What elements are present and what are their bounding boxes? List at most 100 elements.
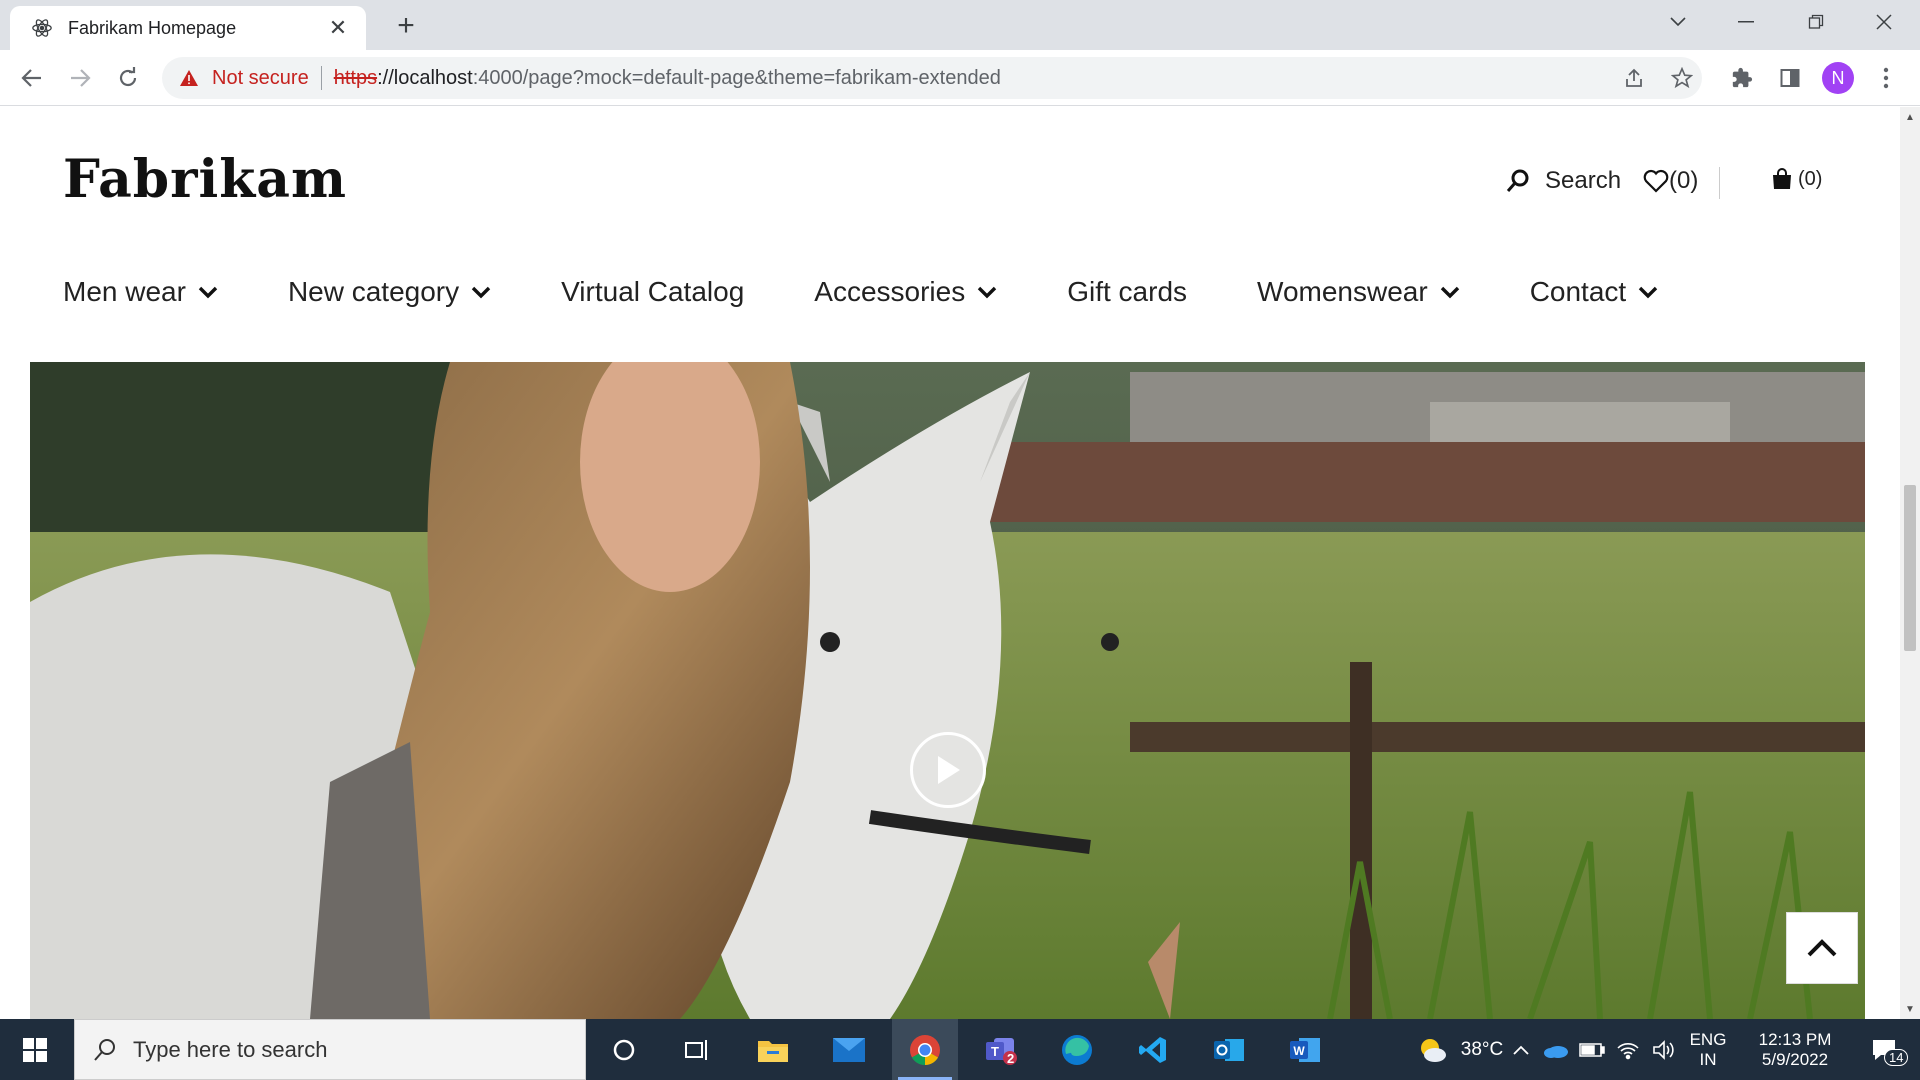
- clock-time: 12:13 PM: [1758, 1029, 1832, 1049]
- play-icon: [938, 756, 960, 784]
- address-bar[interactable]: Not secure https://localhost:4000/page?m…: [162, 57, 1702, 99]
- tray-chevron-up-icon[interactable]: [1506, 1019, 1536, 1080]
- reload-icon[interactable]: [112, 62, 144, 94]
- hero-video-frame: [30, 362, 1865, 1019]
- mail-icon[interactable]: [816, 1019, 882, 1080]
- close-window-button[interactable]: [1858, 4, 1910, 40]
- url-path: :4000/page?mock=default-page&theme=fabri…: [472, 66, 1001, 89]
- svg-text:T: T: [991, 1044, 999, 1059]
- profile-avatar[interactable]: N: [1822, 62, 1854, 94]
- share-icon[interactable]: [1622, 66, 1646, 90]
- main-navigation: Men wear New category Virtual Catalog Ac…: [63, 267, 1728, 317]
- chevron-down-icon: [1440, 286, 1459, 299]
- play-video-button[interactable]: [910, 732, 986, 808]
- nav-label: Gift cards: [1067, 276, 1188, 307]
- nav-label: New category: [287, 276, 460, 307]
- windows-start-button[interactable]: [0, 1019, 70, 1080]
- extensions-puzzle-icon[interactable]: [1726, 62, 1758, 94]
- minimize-button[interactable]: [1720, 4, 1772, 40]
- header-divider: [1719, 167, 1720, 199]
- wishlist-button[interactable]: (0): [1643, 167, 1698, 195]
- word-icon[interactable]: W: [1272, 1019, 1338, 1080]
- nav-label: Contact: [1529, 276, 1627, 307]
- nav-label: Accessories: [814, 276, 966, 307]
- vscode-icon[interactable]: [1120, 1019, 1186, 1080]
- page-scrollbar[interactable]: ▲ ▼: [1900, 107, 1920, 1019]
- forward-arrow-icon[interactable]: [64, 62, 96, 94]
- omnibox-divider: [320, 66, 322, 90]
- nav-gift-cards[interactable]: Gift cards: [1067, 276, 1187, 308]
- cortana-circle-icon[interactable]: [594, 1019, 654, 1080]
- task-view-icon[interactable]: [664, 1019, 730, 1080]
- lang-bottom: IN: [1699, 1049, 1717, 1069]
- hero-video[interactable]: [30, 362, 1865, 1019]
- tab-strip: Fabrikam Homepage ✕ +: [0, 0, 1920, 50]
- clock[interactable]: 12:13 PM 5/9/2022: [1740, 1019, 1850, 1080]
- scroll-thumb[interactable]: [1904, 485, 1916, 651]
- nav-contact[interactable]: Contact: [1530, 276, 1659, 308]
- tab-search-chevron-icon[interactable]: [1652, 4, 1704, 40]
- warning-triangle-icon[interactable]: [178, 67, 200, 89]
- fabrikam-logo[interactable]: Fabrikam: [63, 149, 347, 210]
- search-icon: [94, 1038, 115, 1061]
- lang-top: ENG: [1689, 1029, 1727, 1049]
- page-viewport: Fabrikam Search (0) (0) Men wear New cat…: [0, 107, 1920, 1019]
- windows-taskbar: Type here to search T 2 W 38°C ENG IN 12…: [0, 1019, 1920, 1080]
- tab-close-icon[interactable]: ✕: [326, 15, 350, 40]
- wishlist-count: (0): [1669, 167, 1699, 194]
- weather-temp: 38°C: [1460, 1038, 1504, 1060]
- volume-icon[interactable]: [1648, 1019, 1680, 1080]
- react-atom-icon: [30, 16, 54, 40]
- shopping-bag-icon: [1770, 167, 1794, 191]
- header-search[interactable]: Search: [1505, 167, 1621, 195]
- edge-icon[interactable]: [1044, 1019, 1110, 1080]
- bookmark-star-icon[interactable]: [1670, 66, 1694, 90]
- teams-icon[interactable]: T 2: [968, 1019, 1034, 1080]
- taskbar-search-box[interactable]: Type here to search: [74, 1019, 586, 1080]
- teams-badge: 2: [1007, 1051, 1015, 1066]
- chrome-taskbar-icon[interactable]: [892, 1019, 958, 1080]
- nav-virtual-catalog[interactable]: Virtual Catalog: [561, 276, 744, 308]
- file-explorer-icon[interactable]: [740, 1019, 806, 1080]
- tab-title: Fabrikam Homepage: [68, 17, 237, 38]
- restore-button[interactable]: [1790, 4, 1842, 40]
- cart-count: (0): [1798, 167, 1823, 190]
- browser-tab-active[interactable]: Fabrikam Homepage ✕: [10, 6, 366, 50]
- chevron-down-icon: [1638, 286, 1658, 299]
- url-scheme: https: [333, 66, 378, 89]
- svg-text:W: W: [1293, 1044, 1305, 1058]
- nav-new-category[interactable]: New category: [288, 276, 491, 308]
- battery-icon[interactable]: [1576, 1019, 1608, 1080]
- side-panel-icon[interactable]: [1774, 62, 1806, 94]
- windows-logo-icon: [23, 1037, 47, 1062]
- url-host: ://localhost: [377, 66, 473, 89]
- chevron-down-icon: [978, 286, 997, 299]
- new-tab-button[interactable]: +: [390, 9, 422, 42]
- site-header: Fabrikam Search (0) (0) Men wear New cat…: [0, 107, 1900, 362]
- kebab-menu-icon[interactable]: [1870, 62, 1902, 94]
- outlook-icon[interactable]: [1196, 1019, 1262, 1080]
- back-to-top-button[interactable]: [1786, 912, 1858, 984]
- clock-date: 5/9/2022: [1761, 1049, 1829, 1069]
- language-indicator[interactable]: ENG IN: [1686, 1019, 1730, 1080]
- back-arrow-icon[interactable]: [16, 62, 48, 94]
- wifi-icon[interactable]: [1612, 1019, 1644, 1080]
- notification-count: 14: [1884, 1049, 1909, 1066]
- nav-men-wear[interactable]: Men wear: [63, 276, 218, 308]
- nav-accessories[interactable]: Accessories: [814, 276, 997, 308]
- search-label: Search: [1545, 167, 1622, 194]
- notification-center-button[interactable]: 14: [1856, 1019, 1912, 1080]
- url-text[interactable]: https://localhost:4000/page?mock=default…: [334, 67, 1001, 90]
- onedrive-cloud-icon[interactable]: [1540, 1019, 1572, 1080]
- magnifier-icon: [1505, 168, 1531, 194]
- cart-button[interactable]: (0): [1770, 167, 1822, 191]
- scroll-down-arrow-icon[interactable]: ▼: [1904, 1003, 1916, 1015]
- not-secure-label[interactable]: Not secure: [212, 67, 309, 90]
- chevron-down-icon: [471, 286, 491, 299]
- chevron-up-icon: [1807, 939, 1837, 957]
- scroll-up-arrow-icon[interactable]: ▲: [1904, 111, 1916, 123]
- nav-womenswear[interactable]: Womenswear: [1257, 276, 1460, 308]
- nav-label: Men wear: [63, 276, 186, 307]
- nav-label: Womenswear: [1257, 276, 1428, 307]
- sun-cloud-icon: [1420, 1038, 1446, 1062]
